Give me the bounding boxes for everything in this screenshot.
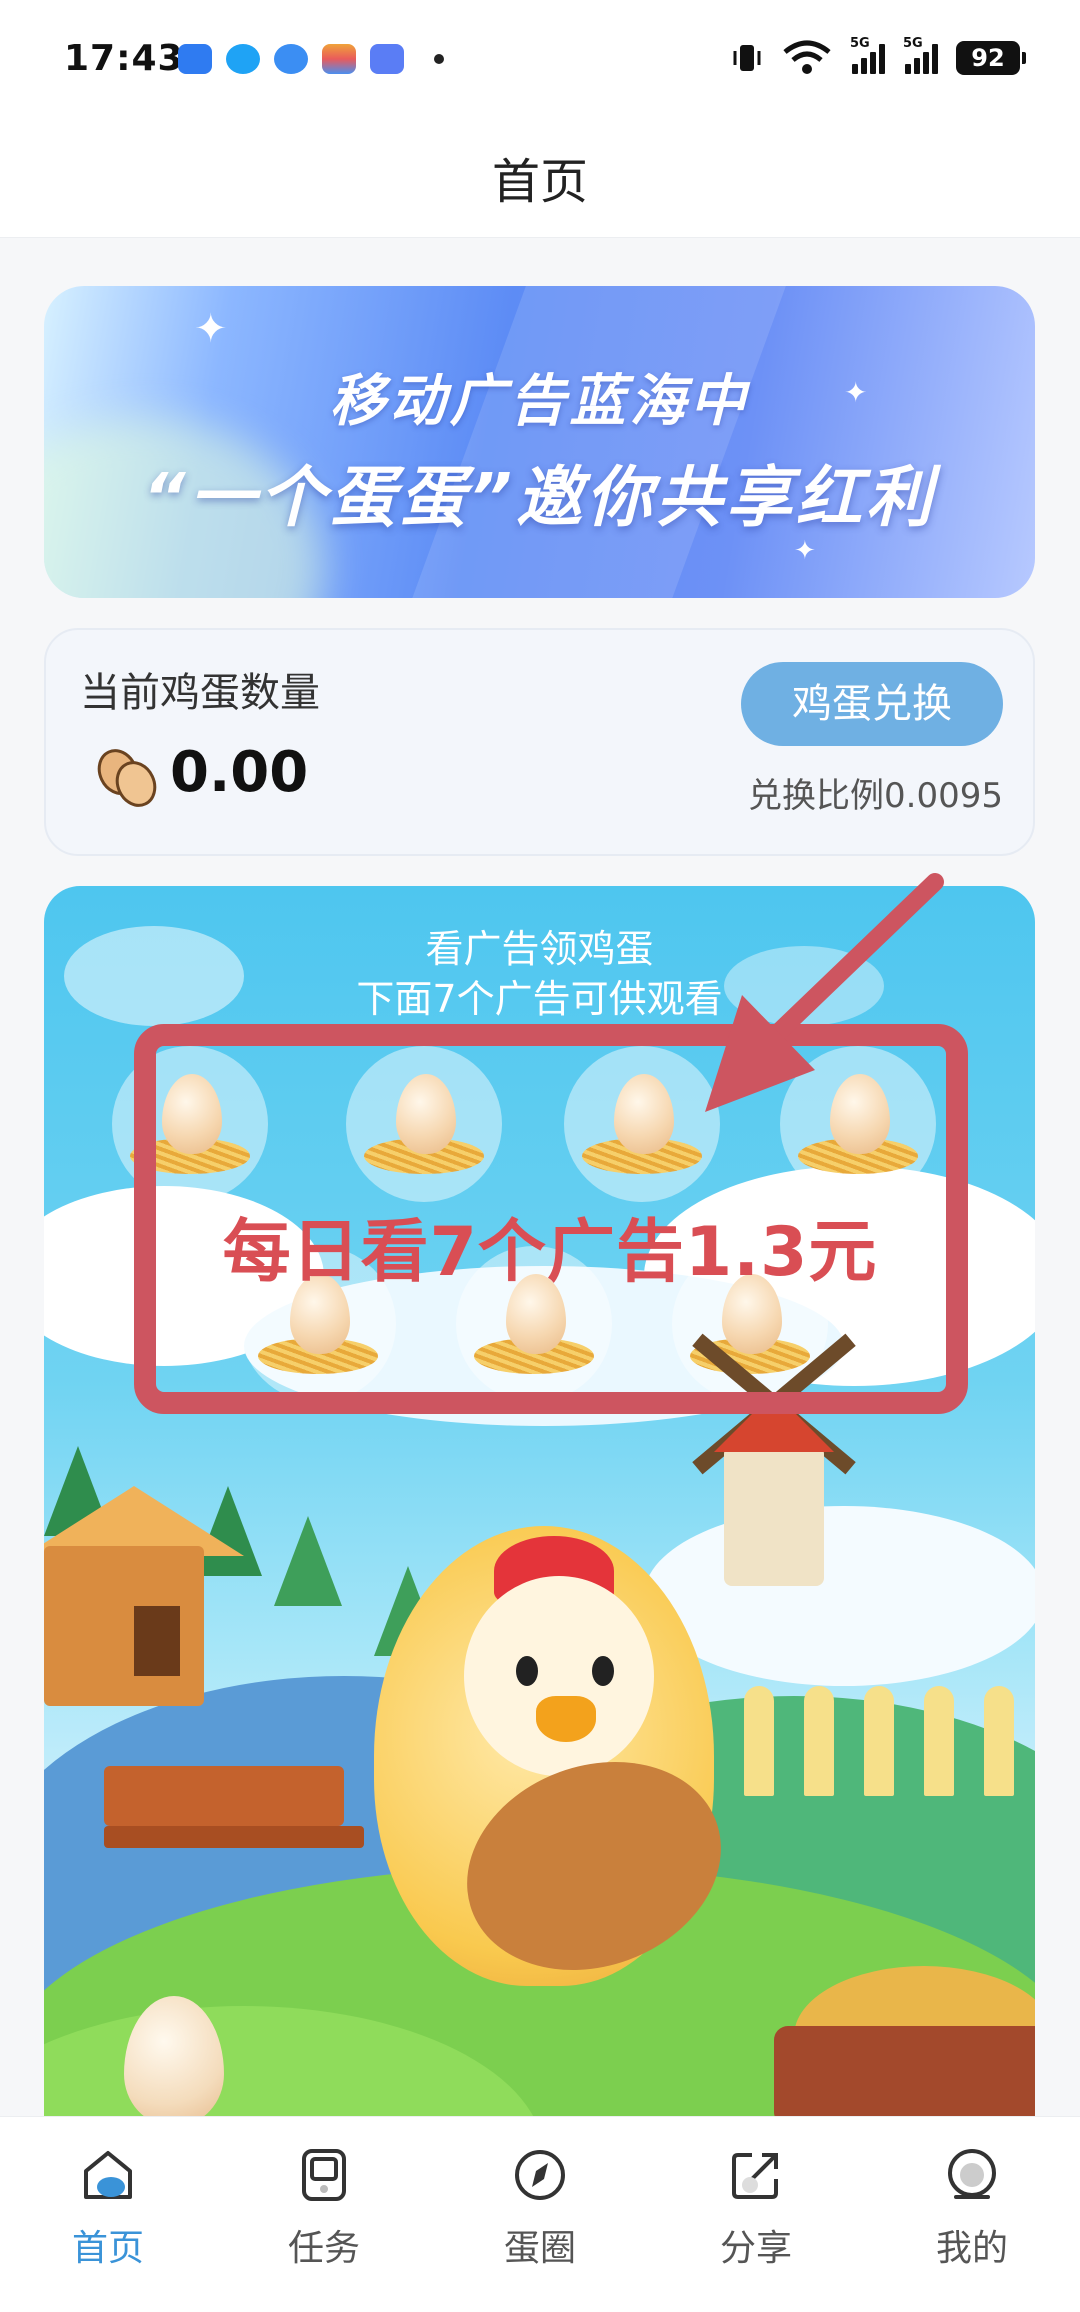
promo-banner[interactable]: ✦ ✦ ✦ 移动广告蓝海中 “一个蛋蛋”邀你共享红利 <box>44 286 1035 598</box>
wifi-icon <box>783 40 831 74</box>
tab-egg-circle[interactable]: 蛋圈 <box>432 2117 648 2312</box>
signal-icon-2: 5G <box>903 36 938 74</box>
tab-label: 任务 <box>287 2228 360 2269</box>
egg-balance-title: 当前鸡蛋数量 <box>80 670 320 716</box>
message-notification-icon <box>370 44 404 74</box>
tab-tasks[interactable]: 任务 <box>216 2117 432 2312</box>
egg-balance-card: 当前鸡蛋数量 0.00 鸡蛋兑换 兑换比例0.0095 <box>44 628 1035 856</box>
wallet-notification-icon <box>322 44 356 74</box>
windmill <box>724 1446 824 1586</box>
page-header: 首页 <box>0 120 1080 238</box>
tab-me[interactable]: 我的 <box>864 2117 1080 2312</box>
home-icon <box>84 2151 132 2199</box>
page-title: 首页 <box>491 154 588 210</box>
sparkle-icon: ✦ <box>794 536 816 566</box>
egg-count-value: 0.00 <box>170 740 309 805</box>
signal-icon-1: 5G <box>850 36 885 74</box>
tab-label: 分享 <box>719 2228 792 2269</box>
system-icons: 5G 5G 92 <box>730 36 1026 76</box>
notification-icons <box>178 44 444 74</box>
banner-headline: 移动广告蓝海中 <box>329 369 750 434</box>
game-caption: 看广告领鸡蛋 <box>425 927 654 971</box>
status-time: 17:43 <box>64 38 184 79</box>
tab-label: 首页 <box>71 2228 144 2269</box>
more-notifications-dot <box>434 54 444 64</box>
share-icon <box>732 2153 778 2199</box>
exchange-ratio: 兑换比例0.0095 <box>748 776 1003 816</box>
compass-icon <box>515 2150 565 2200</box>
game-subcaption: 下面7个广告可供观看 <box>356 977 723 1021</box>
status-bar: 17:43 5G 5G 92 <box>0 0 1080 120</box>
egg-icon <box>97 749 157 807</box>
annotation-text: 每日看7个广告1.3元 <box>222 1213 878 1292</box>
sparkle-icon: ✦ <box>194 306 228 352</box>
tab-label: 我的 <box>935 2228 1008 2269</box>
tab-home[interactable]: 首页 <box>0 2117 216 2312</box>
tab-share[interactable]: 分享 <box>648 2117 864 2312</box>
bottom-tab-bar: 首页 任务 蛋圈 分享 我的 <box>0 2116 1080 2312</box>
wooden-fence <box>104 1766 344 1826</box>
profile-icon <box>948 2149 996 2199</box>
qq-notification-icon <box>226 44 260 74</box>
battery-indicator: 92 <box>956 41 1026 75</box>
egg-exchange-button[interactable]: 鸡蛋兑换 <box>741 662 1003 746</box>
task-icon <box>302 2149 346 2201</box>
vibrate-icon <box>733 45 761 71</box>
browser-notification-icon <box>274 44 308 74</box>
app-notification-icon <box>178 44 212 74</box>
tab-label: 蛋圈 <box>503 2228 576 2269</box>
banner-subheadline: “一个蛋蛋”邀你共享红利 <box>142 459 936 536</box>
